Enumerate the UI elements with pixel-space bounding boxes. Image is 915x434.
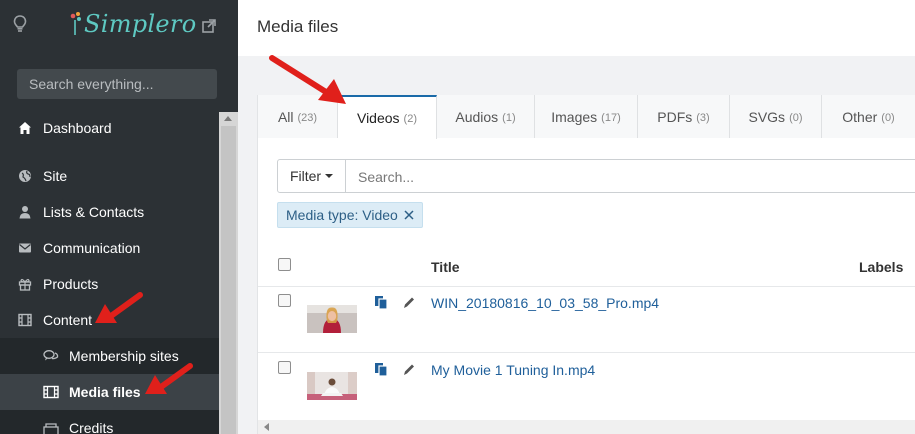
- tab-label: PDFs: [657, 108, 693, 125]
- tab-count: (0): [881, 111, 895, 124]
- sidebar-item-products[interactable]: Products: [0, 266, 219, 302]
- column-header-labels: Labels: [859, 259, 904, 275]
- sidebar-subitem-label: Membership sites: [69, 348, 179, 364]
- tab-videos[interactable]: Videos (2): [338, 95, 437, 139]
- tab-label: Images: [551, 108, 598, 125]
- sidebar-item-lists-contacts[interactable]: Lists & Contacts: [0, 194, 219, 230]
- horizontal-scrollbar[interactable]: [258, 420, 915, 434]
- sidebar-subitem-label: Media files: [69, 384, 141, 400]
- video-thumbnail[interactable]: [307, 305, 357, 333]
- pencil-icon[interactable]: [402, 362, 416, 377]
- tab-label: SVGs: [748, 108, 786, 125]
- gift-icon: [18, 278, 32, 291]
- tab-label: Videos: [356, 110, 400, 126]
- media-title-link[interactable]: WIN_20180816_10_03_58_Pro.mp4: [431, 295, 659, 311]
- select-all-checkbox[interactable]: [278, 258, 291, 271]
- row-checkbox[interactable]: [278, 361, 291, 374]
- globe-icon: [19, 170, 31, 182]
- sidebar-item-communication[interactable]: Communication: [0, 230, 219, 266]
- sidebar-item-label: Communication: [43, 240, 141, 256]
- envelope-icon: [19, 243, 31, 253]
- sidebar: Simplero Search everything... Dashboard …: [0, 0, 238, 434]
- sidebar-item-label: Site: [43, 168, 68, 184]
- sidebar-header: Simplero: [0, 0, 238, 52]
- tab-svgs[interactable]: SVGs (0): [730, 95, 822, 138]
- media-type-tabs: All (23) Videos (2) Audios (1) Images (17) P…: [258, 95, 915, 139]
- media-title-link[interactable]: My Movie 1 Tuning In.mp4: [431, 362, 595, 378]
- video-thumbnail[interactable]: [307, 372, 357, 400]
- tab-count: (17): [601, 111, 621, 124]
- sidebar-subitem-label: Credits: [69, 420, 114, 434]
- tab-pdfs[interactable]: PDFs (3): [638, 95, 730, 138]
- sidebar-search-input[interactable]: Search everything...: [17, 69, 217, 99]
- sidebar-item-label: Dashboard: [43, 120, 112, 136]
- tab-count: (3): [696, 111, 710, 124]
- copy-icon[interactable]: [374, 362, 388, 377]
- tab-other[interactable]: Other (0): [822, 95, 915, 138]
- logo-text: Simplero: [84, 10, 197, 38]
- external-link-icon[interactable]: [202, 19, 216, 33]
- sidebar-item-site[interactable]: Site: [0, 158, 219, 194]
- tab-count: (1): [502, 111, 516, 124]
- sidebar-item-content[interactable]: Content: [0, 302, 219, 338]
- tab-count: (0): [789, 111, 803, 124]
- tab-count: (23): [297, 111, 318, 124]
- sidebar-subitem-media-files[interactable]: Media files: [0, 374, 219, 410]
- row-divider: [258, 286, 915, 287]
- tab-images[interactable]: Images (17): [535, 95, 638, 138]
- chat-bubbles-icon: [43, 350, 59, 361]
- tab-audios[interactable]: Audios (1): [437, 95, 535, 138]
- scroll-up-icon[interactable]: [224, 116, 232, 121]
- copy-icon[interactable]: [374, 295, 388, 310]
- home-icon: [19, 122, 31, 134]
- filter-bar: Filter Search...: [277, 159, 915, 193]
- tab-count: (2): [403, 113, 417, 125]
- tab-label: All: [277, 108, 294, 125]
- tab-label: Audios: [455, 108, 499, 125]
- sidebar-scrollbar[interactable]: [219, 112, 238, 434]
- row-divider: [258, 352, 915, 353]
- sidebar-item-label: Products: [43, 276, 99, 292]
- page-title: Media files: [257, 17, 339, 36]
- tab-label: Other: [842, 108, 878, 125]
- pencil-icon[interactable]: [402, 295, 416, 310]
- column-header-title[interactable]: Title: [431, 259, 460, 275]
- sidebar-item-label: Lists & Contacts: [43, 204, 145, 220]
- filter-chip: Media type: Video: [277, 202, 423, 228]
- scrollbar-thumb[interactable]: [221, 126, 236, 434]
- film-icon: [43, 385, 59, 399]
- main-content: Media files All (23) Videos (2) Audios (1) …: [238, 0, 915, 434]
- filter-button-label: Filter: [289, 168, 322, 184]
- tab-all[interactable]: All (23): [258, 95, 338, 138]
- page-header: Media files: [238, 0, 915, 56]
- filter-chip-label: Media type: Video: [286, 207, 398, 223]
- media-card: All (23) Videos (2) Audios (1) Images (17) P…: [257, 95, 915, 434]
- close-icon[interactable]: [404, 210, 414, 220]
- media-search-input[interactable]: Search...: [346, 159, 915, 193]
- scroll-left-icon[interactable]: [264, 423, 269, 431]
- simplero-logo[interactable]: Simplero: [70, 7, 196, 41]
- lightbulb-icon[interactable]: [13, 15, 27, 33]
- sidebar-item-dashboard[interactable]: Dashboard: [0, 110, 219, 146]
- filter-dropdown-button[interactable]: Filter: [277, 159, 346, 193]
- film-icon: [18, 313, 32, 327]
- sidebar-item-label: Content: [43, 312, 93, 328]
- row-checkbox[interactable]: [278, 294, 291, 307]
- sidebar-subitem-credits[interactable]: Credits: [0, 410, 219, 434]
- caret-down-icon: [325, 174, 334, 178]
- sidebar-subitem-membership-sites[interactable]: Membership sites: [0, 338, 219, 374]
- logo-mark-icon: [70, 12, 81, 35]
- user-icon: [19, 206, 31, 219]
- credits-icon: [43, 423, 59, 434]
